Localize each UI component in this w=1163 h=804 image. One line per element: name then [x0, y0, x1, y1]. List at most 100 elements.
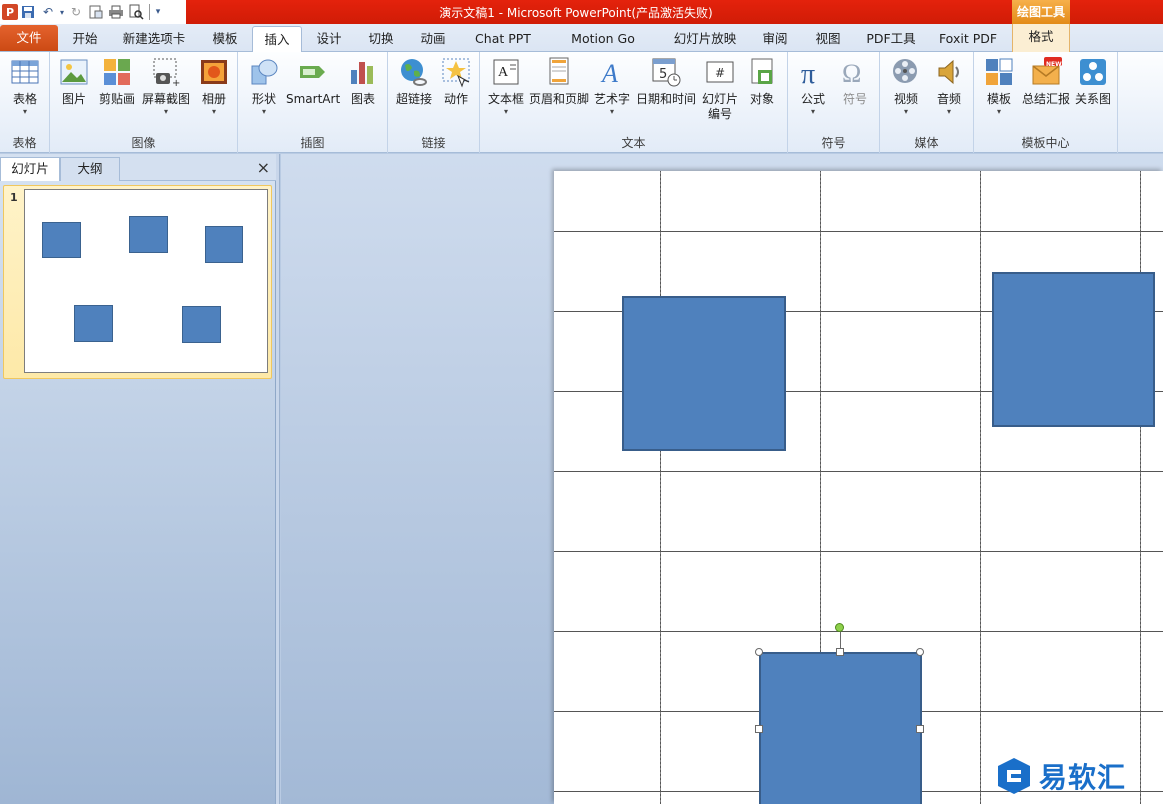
drawing-tools-context-label: 绘图工具	[1012, 0, 1070, 24]
wordart-label: 艺术字	[593, 92, 630, 106]
chevron-down-icon: ▾	[163, 107, 168, 116]
chevron-down-icon: ▾	[996, 107, 1001, 116]
tab-motion-go[interactable]: Motion Go	[562, 26, 644, 52]
svg-text:π: π	[801, 59, 815, 88]
save-icon[interactable]	[18, 2, 38, 22]
symbol-label: 符号	[842, 92, 867, 106]
smartart-icon	[297, 56, 329, 88]
equation-button[interactable]: π 公式 ▾	[792, 56, 834, 117]
customize-qat-icon[interactable]: ▾	[153, 2, 163, 22]
slide-canvas[interactable]	[554, 171, 1163, 804]
powerpoint-logo-icon[interactable]: P	[2, 4, 18, 20]
rotation-handle[interactable]	[835, 623, 844, 632]
date-time-button[interactable]: 5 日期和时间	[634, 56, 698, 107]
tab-outline[interactable]: 大纲	[60, 157, 120, 181]
chart-button[interactable]: 图表	[342, 56, 384, 107]
tab-format[interactable]: 格式	[1012, 24, 1070, 52]
tab-template[interactable]: 模板	[202, 26, 248, 52]
relationship-diagram-button[interactable]: 关系图	[1072, 56, 1114, 107]
smartart-button[interactable]: SmartArt	[286, 56, 340, 107]
tab-home[interactable]: 开始	[62, 26, 108, 52]
tab-pdf-tools[interactable]: PDF工具	[860, 26, 922, 52]
tab-view[interactable]: 视图	[808, 26, 848, 52]
close-icon[interactable]: ×	[257, 158, 270, 177]
print-icon[interactable]	[106, 2, 126, 22]
group-image: 图片 剪贴画 + 屏幕截图 ▾ 相册 ▾ 图像	[50, 52, 238, 153]
textbox-button[interactable]: A 文本框 ▾	[484, 56, 528, 117]
slide-thumbnail-item[interactable]: 1	[3, 185, 272, 379]
slide-number: 1	[10, 191, 18, 204]
speaker-icon	[933, 56, 965, 88]
resize-handle-right[interactable]	[916, 725, 924, 733]
photo-album-button[interactable]: 相册 ▾	[194, 56, 234, 117]
svg-text:+: +	[172, 78, 180, 88]
summary-report-button[interactable]: NEW 总结汇报	[1020, 56, 1072, 107]
thumbnail-shape	[74, 305, 113, 342]
tab-slides[interactable]: 幻灯片	[0, 157, 60, 181]
symbol-button[interactable]: Ω 符号	[834, 56, 876, 107]
template-button[interactable]: 模板 ▾	[978, 56, 1020, 117]
omega-icon: Ω	[839, 56, 871, 88]
table-label: 表格	[12, 92, 37, 106]
object-button[interactable]: 对象	[742, 56, 782, 107]
header-footer-icon	[543, 56, 575, 88]
chevron-down-icon: ▾	[810, 107, 815, 116]
template-label: 模板	[986, 92, 1011, 106]
video-button[interactable]: 视频 ▾	[884, 56, 928, 117]
resize-handle-top-right[interactable]	[916, 648, 924, 656]
resize-handle-top-left[interactable]	[755, 648, 763, 656]
insert-picture-button[interactable]: 图片	[54, 56, 94, 107]
qat-separator	[149, 4, 150, 20]
rectangle-shape[interactable]	[622, 296, 786, 451]
shapes-button[interactable]: 形状 ▾	[242, 56, 286, 117]
chevron-down-icon: ▾	[22, 107, 27, 116]
rectangle-shape[interactable]	[992, 272, 1155, 427]
slide-thumbnail[interactable]	[24, 189, 268, 373]
panel-splitter[interactable]	[276, 154, 280, 804]
screenshot-button[interactable]: + 屏幕截图 ▾	[140, 56, 192, 117]
action-button[interactable]: 动作	[436, 56, 476, 107]
tab-animations[interactable]: 动画	[410, 26, 456, 52]
group-label-table: 表格	[12, 136, 37, 150]
chevron-down-icon: ▾	[903, 107, 908, 116]
resize-handle-left[interactable]	[755, 725, 763, 733]
tab-chat-ppt[interactable]: Chat PPT	[465, 26, 541, 52]
tab-insert[interactable]: 插入	[252, 26, 302, 53]
slide-number-button[interactable]: # 幻灯片 编号	[698, 56, 742, 122]
print-preview-icon[interactable]	[126, 2, 146, 22]
clipart-icon	[101, 56, 133, 88]
ribbon: 表格 ▾ 表格 图片 剪贴画 + 屏幕截图 ▾ 相册 ▾ 图像 形状 ▾ Sma…	[0, 52, 1163, 153]
new-slide-icon[interactable]	[86, 2, 106, 22]
insert-clipart-button[interactable]: 剪贴画	[94, 56, 140, 107]
chart-icon	[347, 56, 379, 88]
resize-handle-top[interactable]	[836, 648, 844, 656]
tab-slideshow[interactable]: 幻灯片放映	[668, 26, 742, 52]
globe-link-icon	[398, 56, 430, 88]
header-footer-button[interactable]: 页眉和页脚	[528, 56, 590, 107]
tab-transitions[interactable]: 切换	[358, 26, 404, 52]
undo-icon[interactable]: ↶	[38, 2, 58, 22]
equation-label: 公式	[800, 92, 825, 106]
audio-button[interactable]: 音频 ▾	[928, 56, 970, 117]
group-label-template-center: 模板中心	[1021, 136, 1070, 150]
tab-new-tab[interactable]: 新建选项卡	[114, 26, 194, 52]
clipart-label: 剪贴画	[98, 92, 135, 106]
wordart-button[interactable]: A 艺术字 ▾	[590, 56, 634, 117]
group-table: 表格 ▾ 表格	[0, 52, 50, 153]
screenshot-label: 屏幕截图	[141, 92, 190, 106]
chart-label: 图表	[350, 92, 375, 106]
hyperlink-button[interactable]: 超链接	[392, 56, 436, 107]
undo-dropdown-icon[interactable]: ▾	[58, 2, 66, 22]
group-label-symbol: 符号	[821, 136, 846, 150]
shapes-icon	[248, 56, 280, 88]
selected-rectangle-shape[interactable]	[759, 652, 922, 804]
tab-file[interactable]: 文件	[0, 25, 58, 51]
group-label-text: 文本	[621, 136, 646, 150]
tab-review[interactable]: 审阅	[755, 26, 795, 52]
tab-design[interactable]: 设计	[306, 26, 352, 52]
window-title: 演示文稿1 - Microsoft PowerPoint(产品激活失败)	[439, 6, 713, 20]
redo-icon[interactable]: ↻	[66, 2, 86, 22]
insert-table-button[interactable]: 表格 ▾	[4, 56, 46, 117]
tab-foxit-pdf[interactable]: Foxit PDF	[932, 26, 1004, 52]
watermark-text: 易软汇	[1039, 761, 1127, 794]
